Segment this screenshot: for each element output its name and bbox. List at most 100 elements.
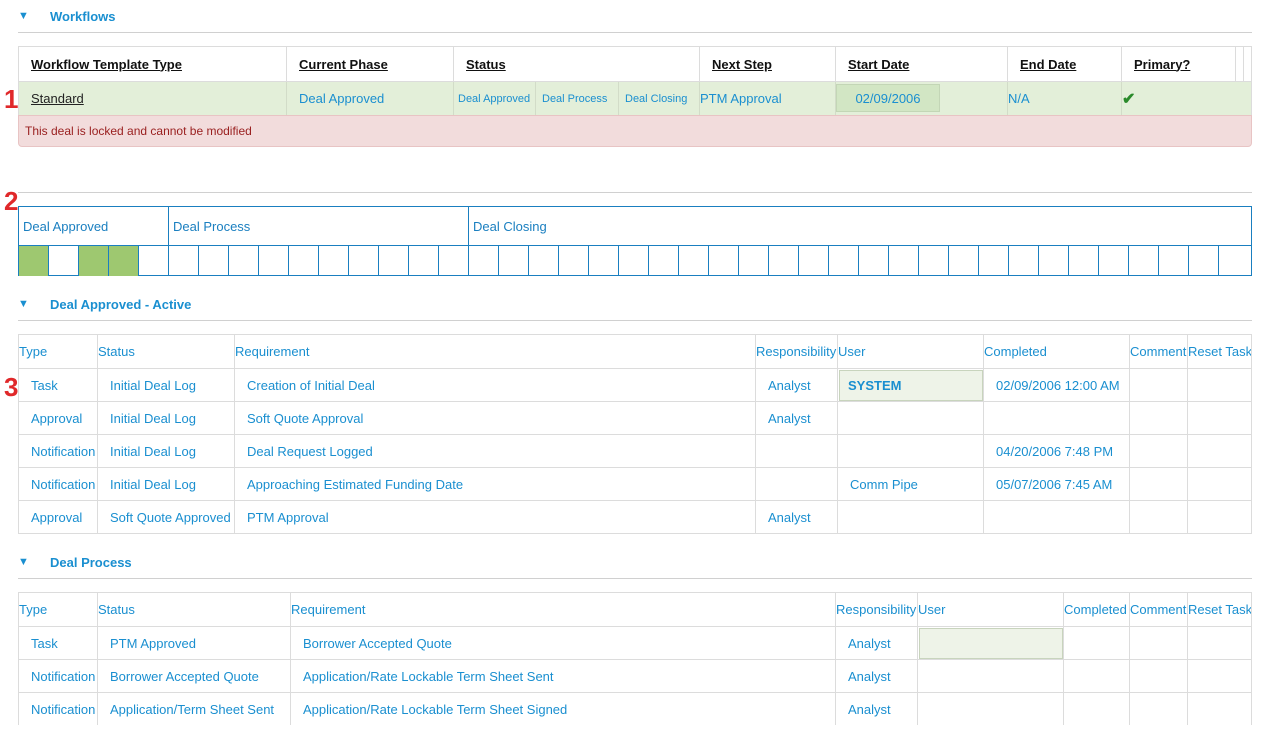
cell-requirement[interactable]: Application/Rate Lockable Term Sheet Sen… xyxy=(290,660,835,692)
user-field[interactable] xyxy=(919,628,1063,659)
cell-comment[interactable] xyxy=(1129,660,1187,692)
tracker-cell xyxy=(19,246,49,276)
tracker-phase-deal-approved[interactable]: Deal Approved xyxy=(19,207,169,245)
header-status[interactable]: Status xyxy=(453,47,699,81)
cell-completed xyxy=(1063,693,1129,725)
cell-reset[interactable] xyxy=(1187,627,1251,659)
triangle-down-icon[interactable]: ▼ xyxy=(18,298,30,310)
tracker-cell xyxy=(49,246,79,276)
cell-type: Task xyxy=(31,635,58,651)
user-field[interactable]: SYSTEM xyxy=(839,370,983,401)
phase-tracker: Deal Approved Deal Process Deal Closing xyxy=(18,206,1252,276)
cell-reset[interactable] xyxy=(1187,660,1251,692)
cell-reset[interactable] xyxy=(1187,468,1251,500)
cell-comment[interactable] xyxy=(1129,369,1187,401)
cell-status: PTM Approved xyxy=(97,627,290,659)
workflows-title: Workflows xyxy=(50,8,116,24)
triangle-down-icon[interactable]: ▼ xyxy=(18,10,30,22)
tracker-cell xyxy=(649,246,679,276)
header-end-date[interactable]: End Date xyxy=(1007,47,1121,81)
cell-requirement[interactable]: Approaching Estimated Funding Date xyxy=(234,468,755,500)
cell-completed xyxy=(1063,660,1129,692)
workflow-table-header: Workflow Template Type Current Phase Sta… xyxy=(19,47,1251,81)
tracker-cell xyxy=(1069,246,1099,276)
cell-completed xyxy=(1063,627,1129,659)
cell-user xyxy=(837,501,983,533)
tracker-cell xyxy=(319,246,349,276)
cell-reset[interactable] xyxy=(1187,369,1251,401)
header-current-phase[interactable]: Current Phase xyxy=(286,47,453,81)
deal-process-header[interactable]: ▼ Deal Process xyxy=(18,552,1252,572)
cell-status: Initial Deal Log xyxy=(97,369,234,401)
header-spacer xyxy=(1243,47,1251,81)
tracker-cell xyxy=(439,246,469,276)
triangle-down-icon[interactable]: ▼ xyxy=(18,556,30,568)
cell-requirement[interactable]: Borrower Accepted Quote xyxy=(290,627,835,659)
cell-comment[interactable] xyxy=(1129,693,1187,725)
deal-approved-header[interactable]: ▼ Deal Approved - Active xyxy=(18,294,1252,314)
cell-responsibility xyxy=(755,435,837,467)
table-row: Task PTM Approved Borrower Accepted Quote A… xyxy=(19,626,1251,659)
cell-comment[interactable] xyxy=(1129,435,1187,467)
cell-user xyxy=(917,660,1063,692)
cell-status: Application/Term Sheet Sent xyxy=(97,693,290,725)
cell-reset[interactable] xyxy=(1187,435,1251,467)
table-row: Approval Soft Quote Approved PTM Approval A… xyxy=(19,500,1251,533)
header-workflow-template-type[interactable]: Workflow Template Type xyxy=(19,47,286,81)
divider xyxy=(18,192,1252,193)
cell-requirement[interactable]: Creation of Initial Deal xyxy=(234,369,755,401)
tracker-cells xyxy=(19,245,1251,276)
tracker-cell xyxy=(349,246,379,276)
tracker-phase-deal-closing[interactable]: Deal Closing xyxy=(469,207,1251,245)
header-start-date[interactable]: Start Date xyxy=(835,47,1007,81)
cell-comment[interactable] xyxy=(1129,402,1187,434)
status-deal-closing[interactable]: Deal Closing xyxy=(618,82,699,115)
tracker-cell xyxy=(559,246,589,276)
cell-completed xyxy=(983,402,1129,434)
tracker-cell xyxy=(109,246,139,276)
cell-requirement[interactable]: PTM Approval xyxy=(234,501,755,533)
template-type-link[interactable]: Standard xyxy=(31,91,84,106)
cell-comment[interactable] xyxy=(1129,627,1187,659)
header-primary[interactable]: Primary? xyxy=(1121,47,1235,81)
column-header-type: Type xyxy=(19,344,48,359)
tracker-cell xyxy=(409,246,439,276)
workflows-header[interactable]: ▼ Workflows xyxy=(18,6,1252,26)
tracker-cell xyxy=(289,246,319,276)
column-header-requirement: Requirement xyxy=(290,593,835,626)
table-row: Task Initial Deal Log Creation of Initial … xyxy=(19,368,1251,401)
tracker-phase-deal-process[interactable]: Deal Process xyxy=(169,207,469,245)
tracker-cell xyxy=(949,246,979,276)
cell-type: Notification xyxy=(31,668,96,684)
tracker-cell xyxy=(919,246,949,276)
tracker-cell xyxy=(379,246,409,276)
cell-requirement[interactable]: Soft Quote Approval xyxy=(234,402,755,434)
cell-comment[interactable] xyxy=(1129,501,1187,533)
cell-requirement[interactable]: Deal Request Logged xyxy=(234,435,755,467)
column-header-requirement: Requirement xyxy=(234,335,755,368)
cell-status: Initial Deal Log xyxy=(97,402,234,434)
tracker-cell xyxy=(1129,246,1159,276)
tracker-cell xyxy=(259,246,289,276)
cell-comment[interactable] xyxy=(1129,468,1187,500)
start-date-field[interactable]: 02/09/2006 xyxy=(836,84,940,112)
cell-reset[interactable] xyxy=(1187,402,1251,434)
tracker-cell xyxy=(469,246,499,276)
header-spacer xyxy=(1235,47,1243,81)
tracker-cell xyxy=(619,246,649,276)
divider xyxy=(18,32,1252,33)
column-header-completed: Completed xyxy=(983,335,1129,368)
header-next-step[interactable]: Next Step xyxy=(699,47,835,81)
tracker-cell xyxy=(769,246,799,276)
cell-requirement[interactable]: Application/Rate Lockable Term Sheet Sig… xyxy=(290,693,835,725)
cell-reset[interactable] xyxy=(1187,501,1251,533)
table-row: Notification Initial Deal Log Approaching … xyxy=(19,467,1251,500)
tracker-cell xyxy=(589,246,619,276)
status-deal-approved[interactable]: Deal Approved xyxy=(453,82,535,115)
cell-type: Notification xyxy=(31,443,96,459)
tracker-cell xyxy=(1219,246,1249,276)
cell-reset[interactable] xyxy=(1187,693,1251,725)
table-header-row: Type Status Requirement Responsibility User C… xyxy=(19,335,1251,368)
status-deal-process[interactable]: Deal Process xyxy=(535,82,618,115)
column-header-reset: Reset Task xyxy=(1187,335,1251,368)
